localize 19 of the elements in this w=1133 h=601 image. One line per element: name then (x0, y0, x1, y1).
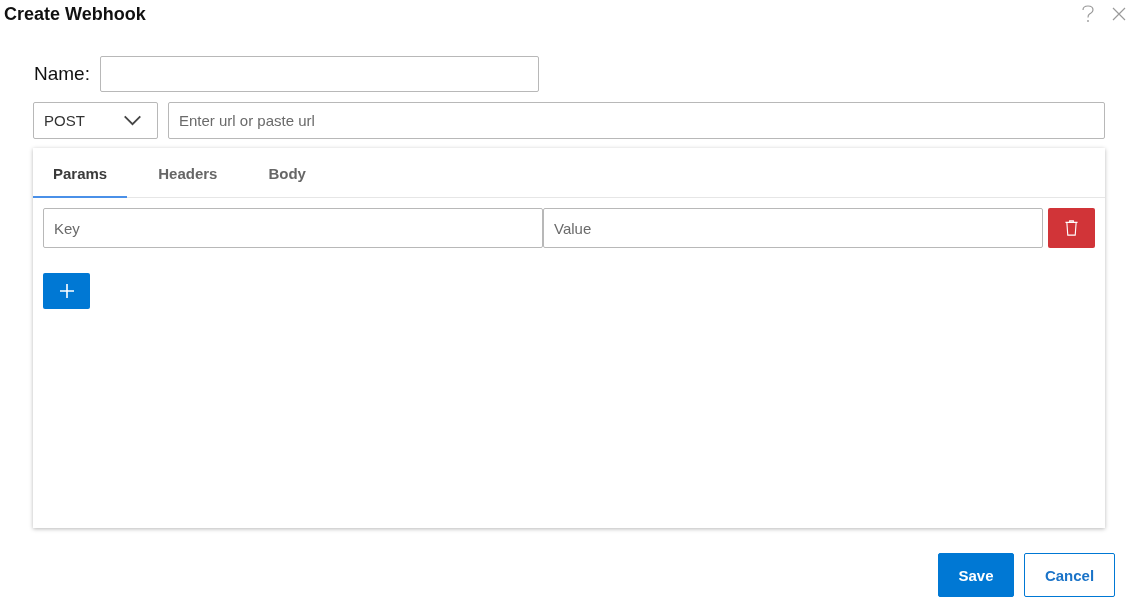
tab[interactable]: Params (33, 148, 128, 198)
url-input[interactable]: Enter url or paste url (168, 102, 1105, 139)
key-input[interactable]: Key (43, 208, 543, 248)
chevron-down-icon (123, 115, 142, 126)
trash-icon (1065, 220, 1078, 236)
delete-button[interactable] (1048, 208, 1095, 248)
close-icon (1112, 7, 1126, 21)
plus-icon (59, 284, 74, 298)
value-input[interactable]: Value (543, 208, 1043, 248)
name-input[interactable] (100, 56, 539, 92)
add-button[interactable] (43, 273, 90, 309)
method-dropdown[interactable]: POST (33, 102, 158, 139)
help-icon (1082, 5, 1094, 23)
dialog-title: Create Webhook (4, 3, 146, 25)
cancel-button[interactable]: Cancel (1024, 553, 1115, 597)
tab[interactable]: Headers (138, 148, 238, 198)
name-label: Name: (33, 63, 91, 85)
save-button[interactable]: Save (938, 553, 1014, 597)
tab[interactable]: Body (248, 148, 326, 198)
